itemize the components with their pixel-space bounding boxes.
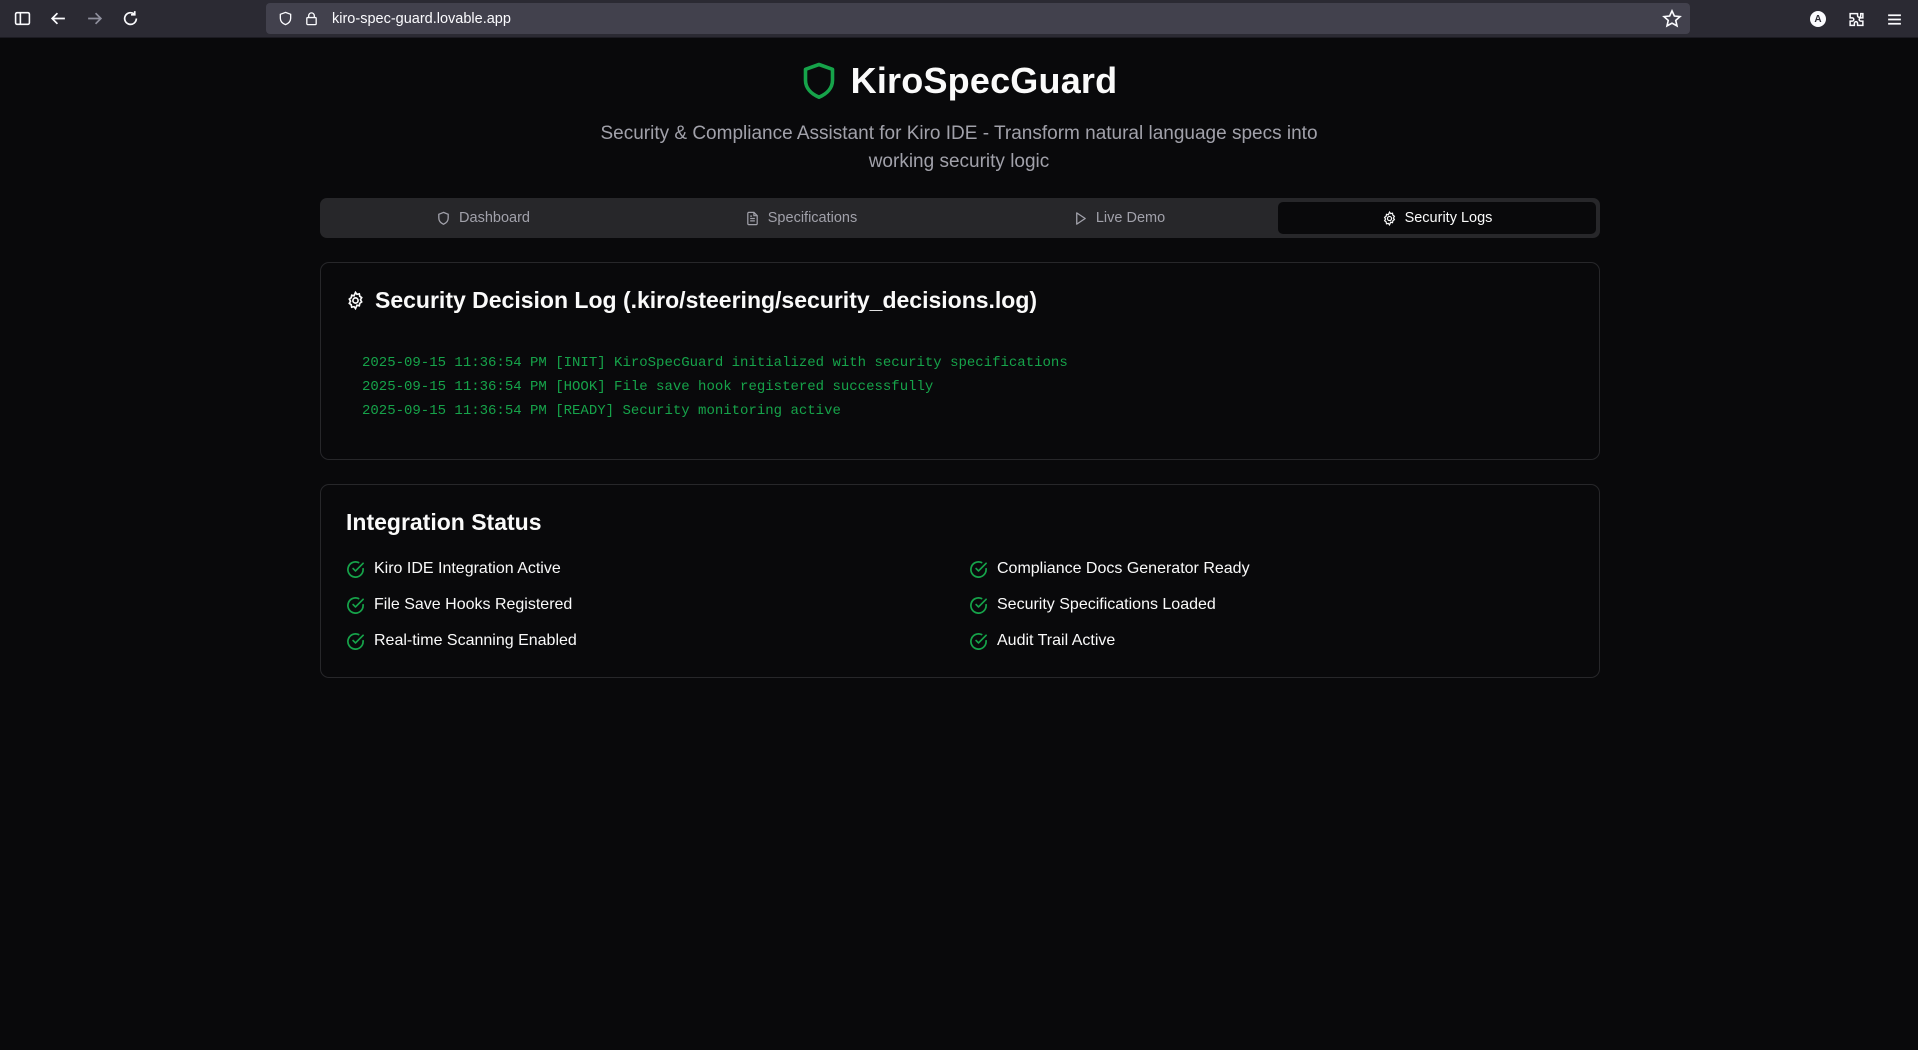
integration-status-card: Integration Status Kiro IDE Integration … (320, 484, 1600, 678)
tab-label: Dashboard (459, 210, 530, 226)
lock-icon (302, 10, 320, 28)
check-circle-icon (347, 596, 364, 614)
card-title: Integration Status (346, 509, 542, 535)
check-circle-icon (970, 560, 987, 578)
forward-icon[interactable] (80, 5, 108, 33)
gear-icon (1383, 210, 1395, 226)
status-item: Audit Trail Active (969, 629, 1569, 653)
tab-specifications[interactable]: Specifications (642, 202, 960, 234)
play-icon (1075, 211, 1086, 225)
status-item: Compliance Docs Generator Ready (969, 557, 1569, 581)
tab-label: Specifications (767, 210, 858, 226)
shield-logo-icon (803, 62, 834, 99)
tab-dashboard[interactable]: Dashboard (324, 202, 642, 234)
card-title: Security Decision Log (.kiro/steering/se… (346, 287, 1037, 314)
shield-outline-icon (276, 10, 294, 28)
back-icon[interactable] (44, 5, 72, 33)
reload-icon[interactable] (116, 5, 144, 33)
check-circle-icon (970, 596, 987, 614)
check-circle-icon (970, 632, 987, 650)
extensions-icon[interactable] (1842, 5, 1870, 33)
log-line: 2025-09-15 11:36:54 PM [HOOK] File save … (362, 379, 934, 395)
status-list: Kiro IDE Integration Active Compliance D… (346, 557, 1576, 653)
page-subtitle: Security & Compliance Assistant for Kiro… (600, 123, 1318, 172)
shield-icon (438, 211, 449, 225)
tab-security-logs[interactable]: Security Logs (1278, 202, 1596, 234)
tab-label: Live Demo (1095, 210, 1166, 226)
log-line: 2025-09-15 11:36:54 PM [READY] Security … (362, 403, 841, 419)
gear-icon (348, 291, 363, 310)
file-text-icon (746, 211, 758, 225)
security-log-card: Security Decision Log (.kiro/steering/se… (320, 262, 1600, 460)
check-circle-icon (347, 632, 364, 650)
menu-icon[interactable] (1880, 5, 1908, 33)
address-bar[interactable]: kiro-spec-guard.lovable.app (266, 3, 1690, 34)
status-item: Kiro IDE Integration Active (346, 557, 969, 581)
account-icon[interactable]: A (1804, 5, 1832, 33)
app-header: KiroSpecGuard Security & Compliance Assi… (0, 60, 1918, 176)
tab-label: Security Logs (1404, 210, 1493, 226)
page-title: KiroSpecGuard (850, 60, 1118, 101)
status-item: Security Specifications Loaded (969, 593, 1569, 617)
tab-live-demo[interactable]: Live Demo (960, 202, 1278, 234)
bookmark-star-icon[interactable] (1662, 8, 1682, 29)
browser-toolbar: kiro-spec-guard.lovable.app A (0, 0, 1918, 38)
brand: KiroSpecGuard (801, 60, 1118, 102)
log-line: 2025-09-15 11:36:54 PM [INIT] KiroSpecGu… (362, 355, 1068, 371)
tab-list: Dashboard Specifications Live Demo Secur… (320, 198, 1600, 238)
log-output: 2025-09-15 11:36:54 PM [INIT] KiroSpecGu… (362, 351, 1068, 423)
status-item: File Save Hooks Registered (346, 593, 969, 617)
status-item: Real-time Scanning Enabled (346, 629, 969, 653)
url-text: kiro-spec-guard.lovable.app (332, 10, 511, 27)
check-circle-icon (347, 560, 364, 578)
sidebar-toggle-icon[interactable] (8, 5, 36, 33)
